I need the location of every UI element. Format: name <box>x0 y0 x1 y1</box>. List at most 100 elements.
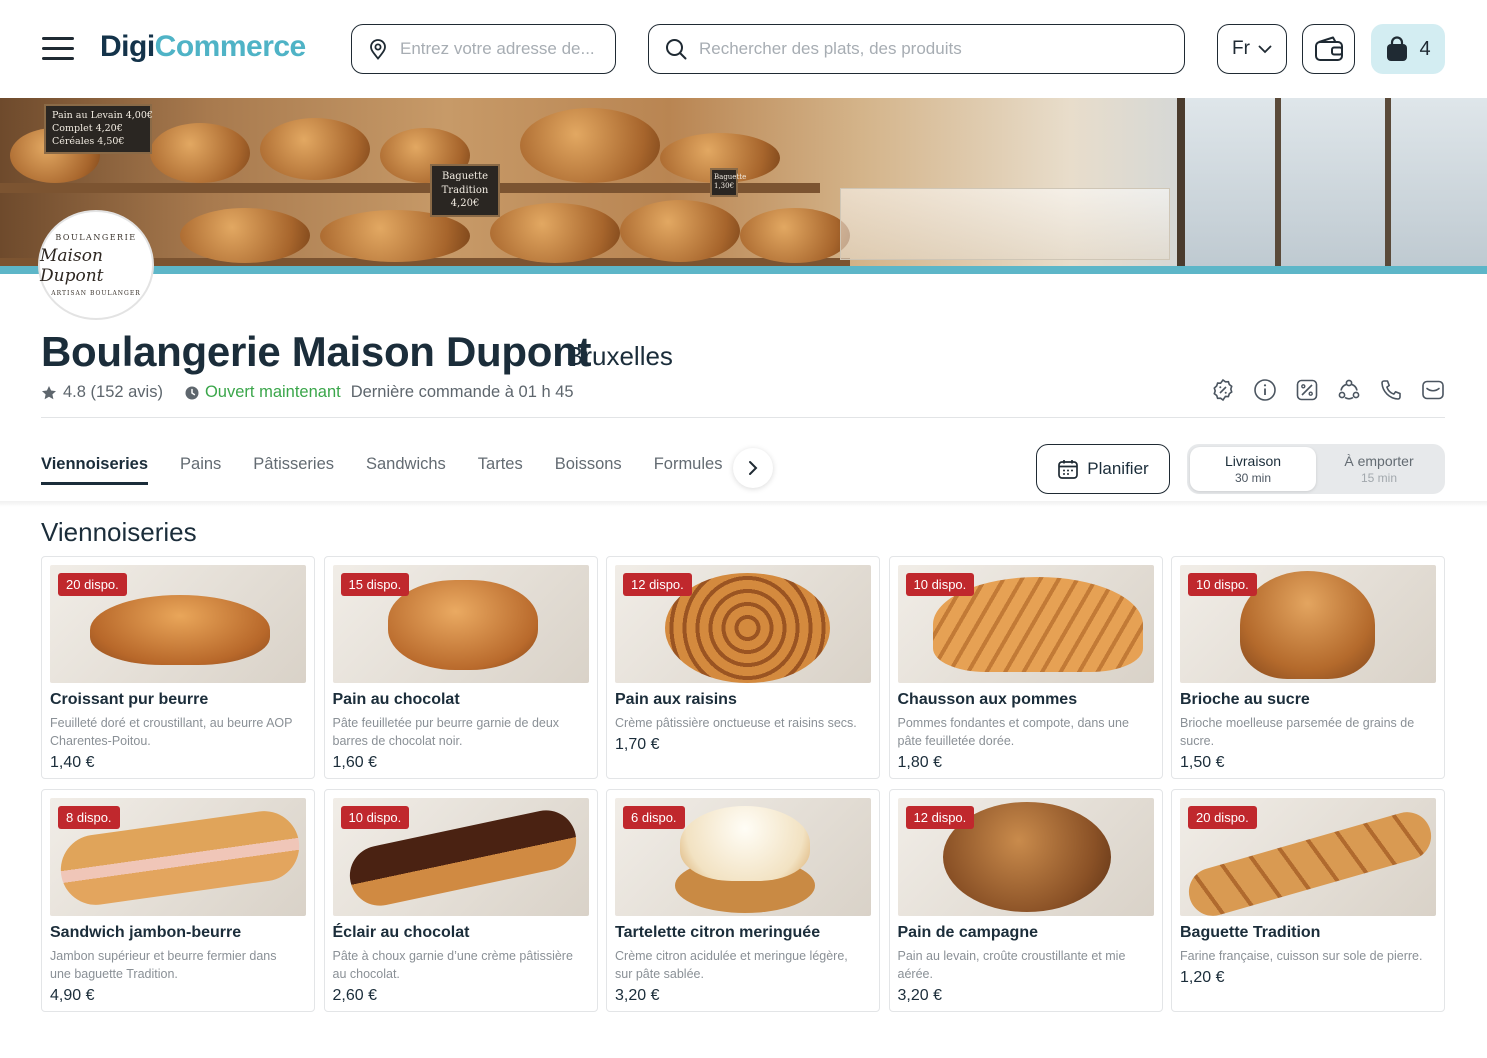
stock-badge: 12 dispo. <box>905 806 975 829</box>
product-price: 1,80 € <box>897 754 942 771</box>
product-card[interactable]: 8 dispo. Sandwich jambon-beurre Jambon s… <box>41 789 315 1012</box>
product-image: 10 dispo. <box>897 565 1154 683</box>
product-price: 3,20 € <box>897 987 942 1004</box>
brioche-image <box>1240 571 1375 679</box>
stock-badge: 6 dispo. <box>623 806 685 829</box>
product-price: 3,20 € <box>615 987 660 1004</box>
address-input[interactable] <box>400 39 615 59</box>
window-frame <box>1275 98 1281 266</box>
address-field[interactable] <box>351 24 616 74</box>
product-description: Jambon supérieur et beurre fermier dans … <box>50 949 277 981</box>
tab-viennoiseries[interactable]: Viennoiseries <box>41 455 149 485</box>
logo-part-1: Digi <box>100 30 155 63</box>
product-description: Feuilleté doré et croustillant, au beurr… <box>50 716 293 748</box>
last-order-time: Dernière commande à 01 h 45 <box>350 383 574 401</box>
product-image: 12 dispo. <box>615 565 871 683</box>
search-field[interactable] <box>648 24 1185 74</box>
price-sign: Baguette Tradition 4,20€ <box>430 164 500 217</box>
location-pin-icon <box>370 39 386 60</box>
pickup-label: À emporter <box>1344 453 1414 469</box>
product-card[interactable]: 20 dispo. Baguette Tradition Farine fran… <box>1171 789 1445 1012</box>
store-logo-bottom-text: ARTISAN BOULANGER <box>51 290 141 297</box>
store-meta: 4.8 (152 avis) Ouvert maintenant Dernièr… <box>41 383 574 402</box>
tab-sandwichs[interactable]: Sandwichs <box>366 455 446 485</box>
product-card[interactable]: 6 dispo. Tartelette citron meringuée Crè… <box>606 789 880 1012</box>
share-icon[interactable] <box>1337 378 1361 402</box>
phone-icon[interactable] <box>1379 378 1403 402</box>
bread-loaf <box>260 118 370 180</box>
price-sign: Baguette 1,30€ <box>710 168 746 197</box>
product-price: 2,60 € <box>332 987 377 1004</box>
info-icon[interactable] <box>1253 378 1277 402</box>
menu-icon[interactable] <box>42 37 74 61</box>
delivery-option[interactable]: Livraison 30 min <box>1190 447 1316 491</box>
section-title: Viennoiseries <box>41 517 197 547</box>
product-card[interactable]: 10 dispo. Brioche au sucre Brioche moell… <box>1171 556 1445 779</box>
store-logo: BOULANGERIE Maison Dupont ARTISAN BOULAN… <box>38 210 154 320</box>
fulfillment-toggle: Livraison 30 min À emporter 15 min <box>1187 444 1445 494</box>
store-rating[interactable]: 4.8 (152 avis) <box>63 383 163 402</box>
tabs-shadow <box>0 501 1487 507</box>
pastry-image <box>387 580 538 670</box>
open-status: Ouvert maintenant <box>204 383 341 401</box>
product-description: Pâte à choux garnie d’une crème pâtissiè… <box>332 949 573 981</box>
logo[interactable]: DigiCommerce <box>100 30 306 64</box>
top-bar: DigiCommerce Fr 4 <box>0 0 1487 98</box>
product-description: Crème citron acidulée et meringue légère… <box>615 949 848 981</box>
product-card[interactable]: 12 dispo. Pain aux raisins Crème pâtissi… <box>606 556 880 779</box>
store-name: Boulangerie Maison Dupont <box>41 328 592 375</box>
message-icon[interactable] <box>1421 378 1445 402</box>
stock-badge: 10 dispo. <box>340 806 410 829</box>
stock-badge: 12 dispo. <box>623 573 692 596</box>
display-case <box>840 188 1170 260</box>
product-image: 10 dispo. <box>1180 565 1436 683</box>
product-name: Pain de campagne <box>897 924 1039 941</box>
tab-patisseries[interactable]: Pâtisseries <box>253 455 334 485</box>
product-description: Farine française, cuisson sur sole de pi… <box>1180 949 1423 963</box>
cart-button[interactable]: 4 <box>1371 24 1445 74</box>
product-card[interactable]: 12 dispo. Pain de campagne Pain au levai… <box>888 789 1163 1012</box>
star-icon <box>42 385 56 399</box>
offer-tag-icon[interactable] <box>1295 378 1319 402</box>
tab-tartes[interactable]: Tartes <box>478 455 523 485</box>
product-description: Pommes fondantes et compote, dans une pâ… <box>897 716 1129 748</box>
product-image: 12 dispo. <box>897 798 1154 916</box>
discount-badge-icon[interactable] <box>1211 378 1235 402</box>
product-image: 10 dispo. <box>332 798 589 916</box>
product-description: Crème pâtissière onctueuse et raisins se… <box>615 716 857 730</box>
store-banner-image: Pain au Levain 4,00€ Complet 4,20€ Céréa… <box>0 98 1487 266</box>
store-logo-top-text: BOULANGERIE <box>55 233 137 242</box>
product-name: Tartelette citron meringuée <box>615 924 821 941</box>
tab-formules[interactable]: Formules <box>654 455 723 485</box>
product-description: Brioche moelleuse parsemée de grains de … <box>1180 716 1415 748</box>
search-input[interactable] <box>699 39 1184 59</box>
product-name: Pain aux raisins <box>615 691 737 708</box>
product-card[interactable]: 20 dispo. Croissant pur beurre Feuilleté… <box>41 556 315 779</box>
pickup-option[interactable]: À emporter 15 min <box>1316 447 1442 491</box>
stock-badge: 10 dispo. <box>1188 573 1257 596</box>
product-card[interactable]: 10 dispo. Chausson aux pommes Pommes fon… <box>888 556 1163 779</box>
category-tabs: Viennoiseries Pains Pâtisseries Sandwich… <box>41 455 722 485</box>
tab-boissons[interactable]: Boissons <box>555 455 622 485</box>
bread-loaf <box>490 203 620 263</box>
window-frame <box>1385 98 1391 266</box>
language-label: Fr <box>1232 38 1250 59</box>
product-description: Pain au levain, croûte croustillante et … <box>897 949 1126 981</box>
store-actions <box>1211 378 1445 402</box>
banner-accent-stripe <box>0 266 1487 274</box>
product-card[interactable]: 10 dispo. Éclair au chocolat Pâte à chou… <box>323 789 598 1012</box>
wallet-button[interactable] <box>1302 24 1355 74</box>
product-name: Brioche au sucre <box>1180 691 1310 708</box>
schedule-button[interactable]: Planifier <box>1036 444 1170 494</box>
product-price: 1,20 € <box>1180 969 1225 986</box>
shelf <box>0 183 820 193</box>
pickup-time: 15 min <box>1360 471 1398 485</box>
product-card[interactable]: 15 dispo. Pain au chocolat Pâte feuillet… <box>323 556 598 779</box>
delivery-time: 30 min <box>1234 471 1272 485</box>
language-selector[interactable]: Fr <box>1217 24 1287 74</box>
tab-pains[interactable]: Pains <box>180 455 221 485</box>
tabs-next-button[interactable] <box>733 448 773 488</box>
product-price: 1,60 € <box>332 754 377 771</box>
shop-window <box>1177 98 1487 266</box>
chevron-right-icon <box>749 461 758 475</box>
